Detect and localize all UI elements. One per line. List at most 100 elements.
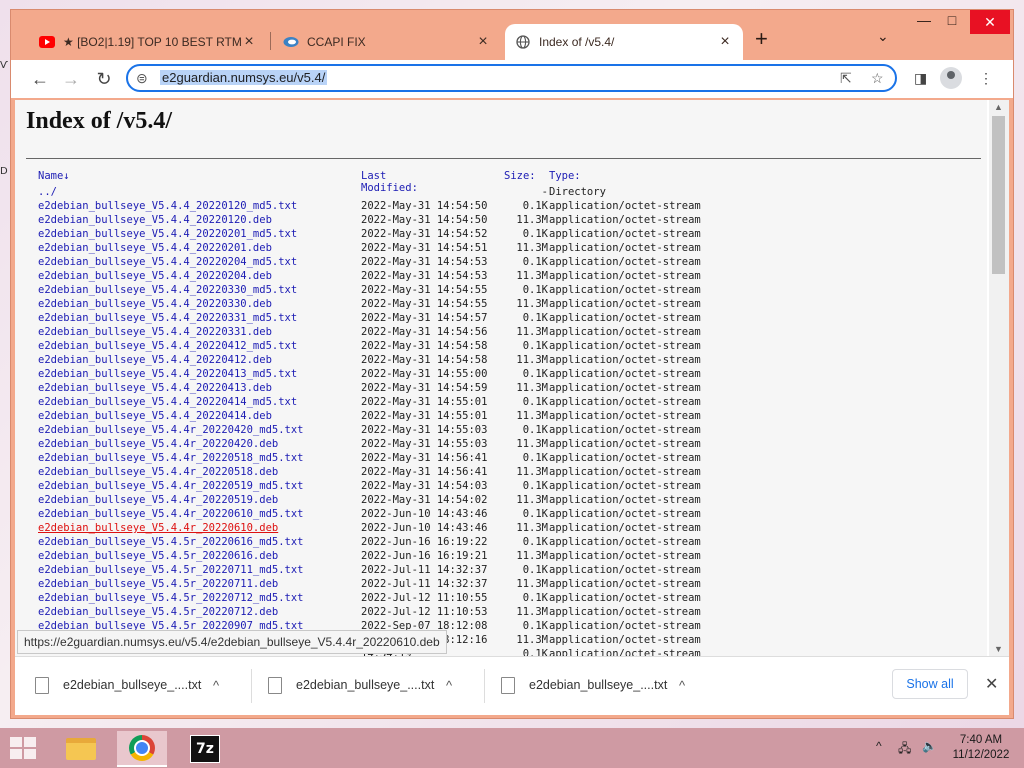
last-modified-cell: 2022-May-31 14:56:41 [361, 452, 488, 464]
file-icon [35, 676, 49, 694]
file-link[interactable]: e2debian_bullseye_V5.4.4r_20220519_md5.t… [38, 480, 304, 492]
table-row: e2debian_bullseye_V5.4.4_20220414.deb 202… [38, 410, 998, 424]
side-panel-icon[interactable]: ◨ [914, 70, 927, 87]
file-link[interactable]: e2debian_bullseye_V5.4.4_20220414.deb [38, 410, 272, 422]
last-modified-cell: 2022-May-31 14:54:55 [361, 284, 488, 296]
file-size-cell: 0.1K [522, 592, 548, 604]
file-link[interactable]: e2debian_bullseye_V5.4.4_20220204_md5.tx… [38, 256, 297, 268]
column-header-name[interactable]: Name↓ [38, 170, 70, 182]
last-modified-cell: 2022-May-31 14:54:56 [361, 326, 488, 338]
file-link[interactable]: e2debian_bullseye_V5.4.4_20220412.deb [38, 354, 272, 366]
directory-listing-page: Index of /v5.4/ Name↓ Last Modified: Siz… [15, 100, 987, 656]
file-link[interactable]: e2debian_bullseye_V5.4.5r_20220712_md5.t… [38, 592, 304, 604]
close-tab-icon[interactable]: × [241, 33, 257, 51]
file-link[interactable]: e2debian_bullseye_V5.4.4r_20220610_md5.t… [38, 508, 304, 520]
file-link[interactable]: e2debian_bullseye_V5.4.4r_20220420.deb [38, 438, 278, 450]
file-size-cell: 11.3M [516, 382, 548, 394]
download-item[interactable]: e2debian_bullseye_....txt ^ [15, 665, 235, 705]
file-link[interactable]: e2debian_bullseye_V5.4.4r_20220518.deb [38, 466, 278, 478]
scroll-down-arrow-icon[interactable]: ▼ [994, 644, 1003, 654]
file-link[interactable]: e2debian_bullseye_V5.4.4_20220201_md5.tx… [38, 228, 297, 240]
file-type-cell: application/octet-stream [549, 648, 701, 656]
7zip-taskbar-icon[interactable]: 7z [180, 731, 230, 767]
file-link[interactable]: e2debian_bullseye_V5.4.4_20220413.deb [38, 382, 272, 394]
file-type-cell: application/octet-stream [549, 550, 701, 562]
site-info-icon[interactable]: ⊜ [136, 70, 148, 87]
file-link[interactable]: e2debian_bullseye_V5.4.4r_20220420_md5.t… [38, 424, 304, 436]
address-bar[interactable]: ⊜ e2guardian.numsys.eu/v5.4/ ⇱ ☆ [126, 64, 897, 92]
file-link[interactable]: e2debian_bullseye_V5.4.4r_20220610.deb [38, 522, 278, 534]
column-header-type[interactable]: Type: [549, 170, 581, 182]
file-size-cell: 0.1K [522, 508, 548, 520]
share-icon[interactable]: ⇱ [840, 70, 852, 87]
file-link[interactable]: e2debian_bullseye_V5.4.5r_20220711.deb [38, 578, 278, 590]
network-icon[interactable]: 🖧 [898, 739, 911, 760]
last-modified-cell: 2022-May-31 14:54:57 [361, 312, 488, 324]
file-link[interactable]: e2debian_bullseye_V5.4.4r_20220519.deb [38, 494, 278, 506]
back-arrow-icon[interactable]: ← [29, 68, 51, 90]
tab-ccapi[interactable]: CCAPI FIX × [273, 24, 501, 60]
chrome-taskbar-icon[interactable] [117, 731, 167, 767]
file-link[interactable]: e2debian_bullseye_V5.4.4_20220120_md5.tx… [38, 200, 297, 212]
menu-kebab-icon[interactable]: ⋮ [979, 70, 993, 87]
close-window-icon[interactable]: ✕ [970, 10, 1010, 34]
scrollbar-thumb[interactable] [992, 116, 1005, 274]
tab-index-of[interactable]: Index of /v5.4/ × [505, 24, 743, 60]
close-tab-icon[interactable]: × [717, 33, 733, 51]
file-link[interactable]: e2debian_bullseye_V5.4.5r_20220616_md5.t… [38, 536, 304, 548]
chevron-up-icon[interactable]: ^ [446, 678, 452, 693]
volume-icon[interactable]: 🔈 [922, 739, 937, 753]
file-link[interactable]: e2debian_bullseye_V5.4.4_20220413_md5.tx… [38, 368, 297, 380]
profile-avatar-icon[interactable] [940, 67, 962, 89]
globe-icon [515, 34, 531, 50]
file-link[interactable]: e2debian_bullseye_V5.4.4_20220330_md5.tx… [38, 284, 297, 296]
file-link[interactable]: e2debian_bullseye_V5.4.4_20220201.deb [38, 242, 272, 254]
scroll-up-arrow-icon[interactable]: ▲ [994, 102, 1003, 112]
file-link[interactable]: e2debian_bullseye_V5.4.5r_20220616.deb [38, 550, 278, 562]
file-link[interactable]: e2debian_bullseye_V5.4.4_20220330.deb [38, 298, 272, 310]
file-link[interactable]: ../ [38, 186, 57, 198]
last-modified-cell: 2022-May-31 14:54:58 [361, 340, 488, 352]
reload-icon[interactable]: ↻ [93, 68, 115, 90]
file-link[interactable]: e2debian_bullseye_V5.4.4_20220414_md5.tx… [38, 396, 297, 408]
file-explorer-icon[interactable] [56, 731, 106, 767]
column-header-size[interactable]: Size: [504, 170, 536, 182]
bookmark-star-icon[interactable]: ☆ [871, 70, 884, 87]
download-item[interactable]: e2debian_bullseye_....txt ^ [481, 665, 701, 705]
system-clock[interactable]: 7:40 AM 11/12/2022 [948, 733, 1014, 763]
chevron-up-icon[interactable]: ^ [213, 678, 219, 693]
file-link[interactable]: e2debian_bullseye_V5.4.4_20220331.deb [38, 326, 272, 338]
file-link[interactable]: e2debian_bullseye_V5.4.4_20220120.deb [38, 214, 272, 226]
file-link[interactable]: e2debian_bullseye_V5.4.4_20220331_md5.tx… [38, 312, 297, 324]
chevron-up-icon[interactable]: ^ [679, 678, 685, 693]
show-hidden-icons-chevron-icon[interactable]: ^ [876, 739, 882, 753]
table-row: e2debian_bullseye_V5.4.4r_20220519.deb 20… [38, 494, 998, 508]
file-size-cell: 11.3M [516, 550, 548, 562]
close-tab-icon[interactable]: × [475, 33, 491, 51]
show-all-button[interactable]: Show all [892, 669, 968, 699]
file-link[interactable]: e2debian_bullseye_V5.4.5r_20220711_md5.t… [38, 564, 304, 576]
download-item[interactable]: e2debian_bullseye_....txt ^ [248, 665, 468, 705]
last-modified-cell: 2022-May-31 14:55:03 [361, 424, 488, 436]
url-text[interactable]: e2guardian.numsys.eu/v5.4/ [160, 70, 328, 85]
file-size-cell: 0.1K [522, 200, 548, 212]
last-modified-cell: 2022-Jul-12 11:10:53 [361, 606, 488, 618]
table-row: e2debian_bullseye_V5.4.5r_20220616_md5.t… [38, 536, 998, 550]
maximize-icon[interactable]: □ [937, 12, 967, 28]
file-link[interactable]: e2debian_bullseye_V5.4.4r_20220518_md5.t… [38, 452, 304, 464]
minimize-icon[interactable]: — [909, 12, 939, 28]
file-link[interactable]: e2debian_bullseye_V5.4.4_20220204.deb [38, 270, 272, 282]
new-tab-icon[interactable]: + [755, 26, 768, 52]
file-link[interactable]: e2debian_bullseye_V5.4.5r_20220712.deb [38, 606, 278, 618]
tab-search-chevron-icon[interactable]: ⌄ [877, 28, 889, 45]
clock-date: 11/12/2022 [952, 749, 1010, 761]
file-size-cell: 11.3M [516, 242, 548, 254]
forward-arrow-icon[interactable]: → [60, 68, 82, 90]
tab-youtube[interactable]: ★ [BO2|1.19] TOP 10 BEST RTM T × [29, 24, 267, 60]
close-downloads-icon[interactable]: ✕ [985, 674, 998, 694]
file-size-cell: 11.3M [516, 410, 548, 422]
file-link[interactable]: e2debian_bullseye_V5.4.4_20220412_md5.tx… [38, 340, 297, 352]
windows-start-icon[interactable] [10, 737, 38, 759]
vertical-scrollbar[interactable]: ▲ ▼ [989, 100, 1009, 656]
file-type-cell: application/octet-stream [549, 606, 701, 618]
